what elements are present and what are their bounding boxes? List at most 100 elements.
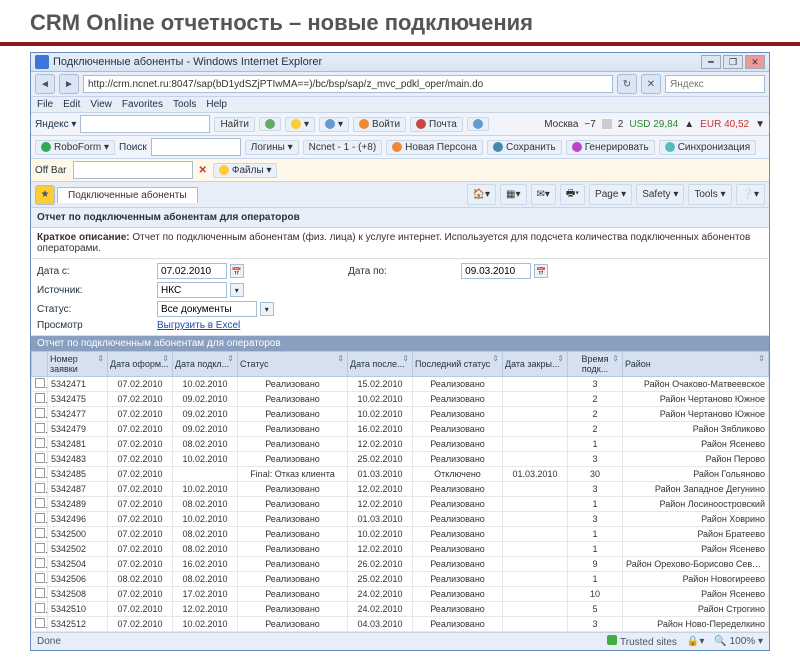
search-input[interactable] [665,75,765,93]
roboform-save[interactable]: Сохранить [487,140,562,155]
col-header[interactable]: Дата закры...⇕ [503,352,568,377]
minimize-button[interactable]: ━ [701,55,721,69]
col-header[interactable]: Район⇕ [623,352,769,377]
page-menu[interactable]: Page ▾ [589,184,632,205]
dropdown-icon[interactable]: ▾ [230,283,244,297]
roboform-logins[interactable]: Логины ▾ [245,140,299,155]
col-header[interactable]: Статус⇕ [238,352,348,377]
table-row[interactable]: 534247707.02.201009.02.2010Реализовано10… [32,407,769,422]
yandex-label[interactable]: Яндекс ▾ [35,119,76,130]
toolbar-icon-1[interactable] [259,117,281,131]
table-row[interactable]: 534250207.02.201008.02.2010Реализовано12… [32,542,769,557]
roboform-generate[interactable]: Генерировать [566,140,655,155]
row-checkbox[interactable] [35,498,45,508]
safety-menu[interactable]: Safety ▾ [636,184,684,205]
status-input[interactable] [157,301,257,317]
row-checkbox[interactable] [35,438,45,448]
menu-view[interactable]: View [90,99,112,110]
row-checkbox[interactable] [35,378,45,388]
help-icon[interactable]: ❔▾ [736,184,765,205]
forward-button[interactable]: ► [59,74,79,94]
toolbar-icon-4[interactable] [467,117,489,131]
protected-mode-icon[interactable]: 🔒▾ [687,636,704,647]
refresh-button[interactable]: ↻ [617,74,637,94]
row-checkbox[interactable] [35,588,45,598]
table-row[interactable]: 534250807.02.201017.02.2010Реализовано24… [32,587,769,602]
yandex-login[interactable]: Войти [353,117,406,132]
table-row[interactable]: 534247907.02.201009.02.2010Реализовано16… [32,422,769,437]
menu-favorites[interactable]: Favorites [122,99,163,110]
col-header[interactable]: Номер заявки⇕ [48,352,108,377]
row-checkbox[interactable] [35,558,45,568]
row-checkbox[interactable] [35,483,45,493]
row-checkbox[interactable] [35,423,45,433]
roboform-ncnet[interactable]: Ncnet - 1 - (+8) [303,140,383,155]
calendar-icon[interactable]: 📅 [534,264,548,278]
zoom-control[interactable]: 🔍 100% ▾ [714,636,763,647]
roboform-persona[interactable]: Новая Персона [386,140,483,155]
row-checkbox[interactable] [35,618,45,628]
col-header[interactable]: Последний статус⇕ [413,352,503,377]
date-to-input[interactable] [461,263,531,279]
col-header[interactable]: Дата подкл...⇕ [173,352,238,377]
table-row[interactable]: 534250407.02.201016.02.2010Реализовано26… [32,557,769,572]
roboform-sync[interactable]: Синхронизация [659,140,756,155]
offbar-close-icon[interactable]: ✕ [199,165,207,176]
print-icon[interactable]: 🖶▾ [560,184,585,205]
table-row[interactable]: 534250007.02.201008.02.2010Реализовано10… [32,527,769,542]
table-row[interactable]: 534249607.02.201010.02.2010Реализовано01… [32,512,769,527]
menu-help[interactable]: Help [206,99,227,110]
yandex-find[interactable]: Найти [214,117,255,132]
row-checkbox[interactable] [35,408,45,418]
tools-menu[interactable]: Tools ▾ [688,184,731,205]
url-input[interactable] [83,75,613,93]
menu-tools[interactable]: Tools [173,99,196,110]
date-from-input[interactable] [157,263,227,279]
toolbar-icon-3[interactable]: ▾ [319,117,349,132]
row-checkbox[interactable] [35,468,45,478]
feeds-icon[interactable]: ▦▾ [500,184,526,205]
offbar-input[interactable] [73,161,193,179]
table-row[interactable]: 534247107.02.201010.02.2010Реализовано15… [32,377,769,392]
row-checkbox[interactable] [35,603,45,613]
export-link[interactable]: Выгрузить в Excel [157,320,340,331]
yandex-search[interactable] [80,115,210,133]
col-header[interactable]: Дата оформ...⇕ [108,352,173,377]
row-checkbox[interactable] [35,453,45,463]
dropdown-icon[interactable]: ▾ [260,302,274,316]
browser-tab[interactable]: Подключенные абоненты [57,187,198,203]
row-checkbox[interactable] [35,513,45,523]
row-checkbox[interactable] [35,543,45,553]
roboform-search[interactable] [151,138,241,156]
close-button[interactable]: ✕ [745,55,765,69]
mail-icon[interactable]: ✉▾ [531,184,556,205]
calendar-icon[interactable]: 📅 [230,264,244,278]
favorites-icon[interactable]: ★ [35,185,55,205]
table-row[interactable]: 534250608.02.201008.02.2010Реализовано25… [32,572,769,587]
table-row[interactable]: 534248507.02.2010Final: Отказ клиента01.… [32,467,769,482]
table-row[interactable]: 534248307.02.201010.02.2010Реализовано25… [32,452,769,467]
back-button[interactable]: ◄ [35,74,55,94]
table-row[interactable]: 534248707.02.201010.02.2010Реализовано12… [32,482,769,497]
row-checkbox[interactable] [35,393,45,403]
table-row[interactable]: 534247507.02.201009.02.2010Реализовано10… [32,392,769,407]
row-checkbox[interactable] [35,528,45,538]
col-header[interactable]: Дата после...⇕ [348,352,413,377]
maximize-button[interactable]: ❐ [723,55,743,69]
roboform-label[interactable]: RoboForm ▾ [35,140,115,155]
table-row[interactable]: 534248107.02.201008.02.2010Реализовано12… [32,437,769,452]
offbar-files[interactable]: Файлы ▾ [213,163,278,178]
col-header[interactable] [32,352,48,377]
home-icon[interactable]: 🏠▾ [467,184,496,205]
yandex-mail[interactable]: Почта [410,117,463,132]
row-checkbox[interactable] [35,573,45,583]
source-input[interactable] [157,282,227,298]
menu-edit[interactable]: Edit [63,99,80,110]
col-header[interactable]: Время подк...⇕ [568,352,623,377]
toolbar-icon-2[interactable]: ▾ [285,117,315,132]
table-row[interactable]: 534251207.02.201010.02.2010Реализовано04… [32,617,769,632]
stop-button[interactable]: ✕ [641,74,661,94]
table-row[interactable]: 534251007.02.201012.02.2010Реализовано24… [32,602,769,617]
menu-file[interactable]: File [37,99,53,110]
table-row[interactable]: 534248907.02.201008.02.2010Реализовано12… [32,497,769,512]
